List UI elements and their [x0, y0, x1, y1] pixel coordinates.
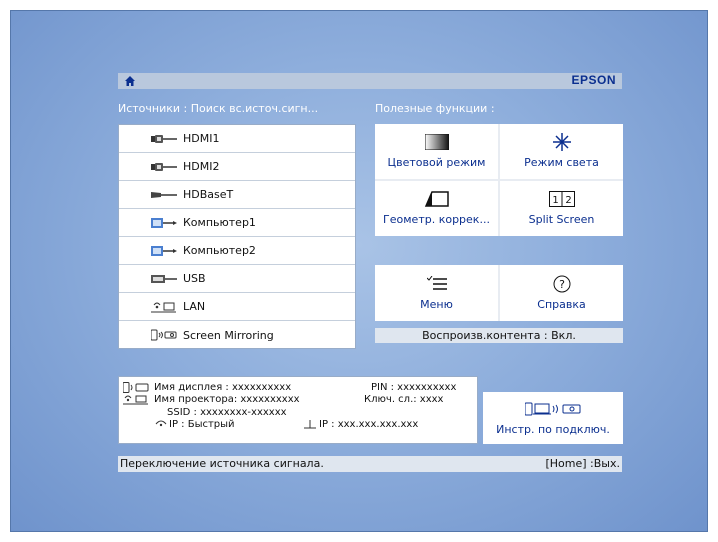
home-icon[interactable] [124, 75, 136, 87]
split-screen-number-2: 2 [565, 195, 571, 206]
source-item-label: LAN [183, 300, 206, 313]
lan-icon [123, 395, 148, 405]
footer-hint: Переключение источника сигнала. [120, 457, 324, 470]
footer-bar: Переключение источника сигнала. [Home] :… [118, 456, 622, 472]
screen-mirroring-icon [123, 382, 149, 393]
split-screen-button[interactable]: 12 Split Screen [500, 181, 623, 236]
help-icon: ? [553, 275, 571, 292]
pin: PIN : xxxxxxxxxx [371, 382, 457, 393]
source-item-label: HDBaseT [183, 188, 234, 201]
header-bar: EPSON [118, 73, 622, 89]
source-item-label: Screen Mirroring [183, 328, 274, 342]
color-mode-icon [424, 134, 449, 150]
split-screen-number-1: 1 [552, 195, 558, 206]
connection-guide-label: Инстр. по подключ. [496, 422, 610, 436]
functions-label: Полезные функции : [375, 102, 495, 115]
geometry-correction-button[interactable]: Геометр. коррек... [375, 181, 498, 236]
hdmi-icon [151, 134, 179, 144]
functions-grid: Цветовой режим Режим света Геометр. корр… [375, 124, 623, 236]
source-item-computer2[interactable]: Компьютер2 [119, 237, 355, 265]
source-item-label: USB [183, 272, 206, 285]
content-playback-status: Воспроизв.контента : Вкл. [375, 328, 623, 343]
sources-label: Источники : Поиск вс.источ.сигн... [118, 102, 319, 115]
split-screen-icon: 12 [548, 191, 575, 207]
wired-lan-icon [304, 420, 316, 429]
source-item-label: HDMI1 [183, 132, 220, 145]
connection-guide-button[interactable]: Инстр. по подключ. [483, 392, 623, 444]
footer-exit-hint: [Home] :Вых. [545, 457, 620, 470]
source-item-usb[interactable]: USB [119, 265, 355, 293]
computer-icon [151, 217, 179, 228]
tile-label: Цветовой режим [387, 156, 486, 169]
source-list: HDMI1 HDMI2 HDBaseT Компьютер1 Компьютер… [118, 124, 356, 349]
help-button[interactable]: ? Справка [500, 265, 623, 321]
ssid: SSID : xxxxxxxx-xxxxxx [167, 407, 287, 418]
display-name: Имя дисплея : xxxxxxxxxx [154, 382, 292, 393]
wifi-icon [155, 420, 167, 427]
brand-logo: EPSON [571, 73, 616, 87]
tile-label: Split Screen [528, 213, 595, 226]
tile-label: Геометр. коррек... [383, 213, 490, 226]
light-mode-button[interactable]: Режим света [500, 124, 623, 179]
computer-icon [151, 245, 179, 256]
source-item-screen-mirroring[interactable]: Screen Mirroring [119, 321, 355, 349]
tile-label: Меню [420, 297, 453, 311]
tile-label: Режим света [524, 156, 599, 169]
menu-icon [426, 275, 447, 292]
source-item-label: HDMI2 [183, 160, 220, 173]
menu-help-grid: Меню ? Справка [375, 265, 623, 321]
source-item-computer1[interactable]: Компьютер1 [119, 209, 355, 237]
usb-icon [151, 274, 179, 284]
source-item-label: Компьютер2 [183, 244, 256, 257]
source-item-hdmi1[interactable]: HDMI1 [119, 125, 355, 153]
screen-mirroring-icon [151, 329, 179, 341]
menu-button[interactable]: Меню [375, 265, 498, 321]
light-mode-icon [552, 133, 571, 151]
geometry-icon [424, 191, 450, 207]
connection-devices-icon [525, 401, 581, 417]
tile-label: Справка [537, 297, 586, 311]
source-item-hdbaset[interactable]: HDBaseT [119, 181, 355, 209]
lan-icon [151, 301, 179, 313]
wifi-ip: IP : Быстрый [169, 419, 235, 430]
lan-ip: IP : xxx.xxx.xxx.xxx [319, 419, 419, 430]
network-key: Ключ. сл.: xxxx [364, 394, 444, 405]
hdmi-icon [151, 162, 179, 172]
hdbaset-icon [151, 190, 179, 200]
color-mode-button[interactable]: Цветовой режим [375, 124, 498, 179]
source-item-hdmi2[interactable]: HDMI2 [119, 153, 355, 181]
source-item-label: Компьютер1 [183, 216, 256, 229]
source-item-lan[interactable]: LAN [119, 293, 355, 321]
help-question-mark: ? [559, 278, 565, 291]
network-info-panel: Имя дисплея : xxxxxxxxxx Имя проектора: … [118, 376, 478, 444]
projector-name: Имя проектора: xxxxxxxxxx [154, 394, 300, 405]
